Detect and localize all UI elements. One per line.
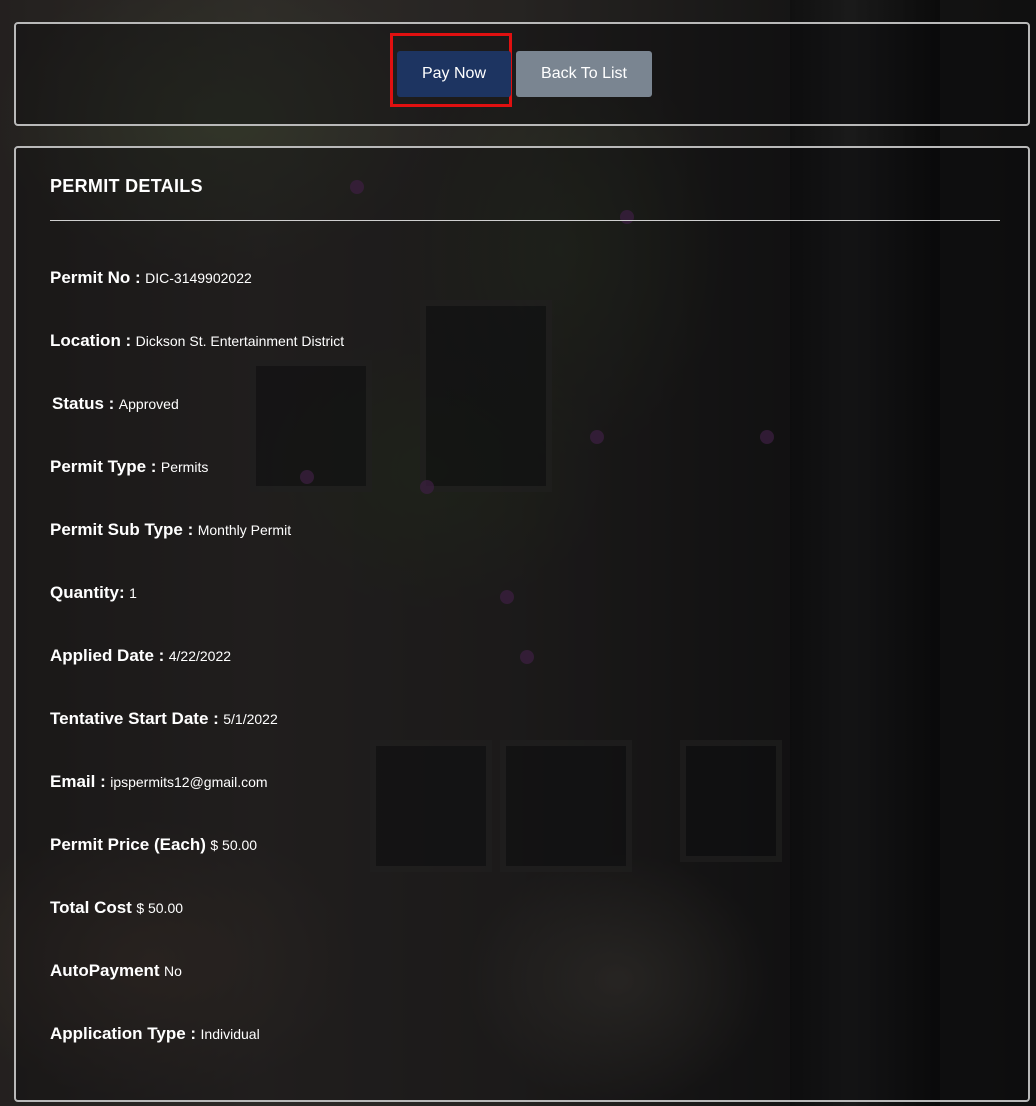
permit-details-panel: PERMIT DETAILS Permit No : DIC-314990202… <box>14 146 1030 1102</box>
field-label: Total Cost <box>50 898 132 917</box>
field-value: $ 50.00 <box>136 900 184 916</box>
location-row: Location : Dickson St. Entertainment Dis… <box>50 331 344 351</box>
action-bar: Pay Now Back To List <box>14 22 1030 126</box>
email-row: Email : ipspermits12@gmail.com <box>50 772 268 792</box>
field-value: Approved <box>118 396 179 412</box>
applied-date-row: Applied Date : 4/22/2022 <box>50 646 231 666</box>
field-value: Individual <box>200 1026 260 1042</box>
field-value: 4/22/2022 <box>168 648 232 664</box>
permit-price-row: Permit Price (Each) $ 50.00 <box>50 835 257 855</box>
field-value: Monthly Permit <box>197 522 292 538</box>
field-label: Status : <box>52 394 115 413</box>
field-label: Permit Type : <box>50 457 157 476</box>
autopayment-row: AutoPayment No <box>50 961 182 981</box>
permit-sub-type-row: Permit Sub Type : Monthly Permit <box>50 520 291 540</box>
status-row: Status : Approved <box>52 394 179 414</box>
back-to-list-button[interactable]: Back To List <box>516 51 652 97</box>
field-label: Permit Price (Each) <box>50 835 206 854</box>
field-value: 1 <box>129 585 137 601</box>
pay-now-button[interactable]: Pay Now <box>397 51 511 97</box>
tentative-start-date-row: Tentative Start Date : 5/1/2022 <box>50 709 278 729</box>
permit-type-row: Permit Type : Permits <box>50 457 208 477</box>
field-value: No <box>164 963 182 979</box>
field-value: 5/1/2022 <box>223 711 278 727</box>
field-label: AutoPayment <box>50 961 160 980</box>
quantity-row: Quantity: 1 <box>50 583 137 603</box>
permit-number-row: Permit No : DIC-3149902022 <box>50 268 252 288</box>
application-type-row: Application Type : Individual <box>50 1024 260 1044</box>
field-label: Applied Date : <box>50 646 165 665</box>
field-value: Dickson St. Entertainment District <box>135 333 345 349</box>
field-value: ipspermits12@gmail.com <box>110 774 268 790</box>
field-value: DIC-3149902022 <box>145 270 252 286</box>
field-value: $ 50.00 <box>210 837 258 853</box>
section-title: PERMIT DETAILS <box>50 176 203 196</box>
field-value: Permits <box>160 459 209 475</box>
field-label: Quantity: <box>50 583 125 602</box>
field-label: Tentative Start Date : <box>50 709 219 728</box>
field-label: Application Type : <box>50 1024 197 1043</box>
field-label: Permit No : <box>50 268 141 287</box>
field-label: Location : <box>50 331 132 350</box>
total-cost-row: Total Cost $ 50.00 <box>50 898 183 918</box>
field-label: Email : <box>50 772 106 791</box>
field-label: Permit Sub Type : <box>50 520 194 539</box>
divider <box>50 220 1000 221</box>
